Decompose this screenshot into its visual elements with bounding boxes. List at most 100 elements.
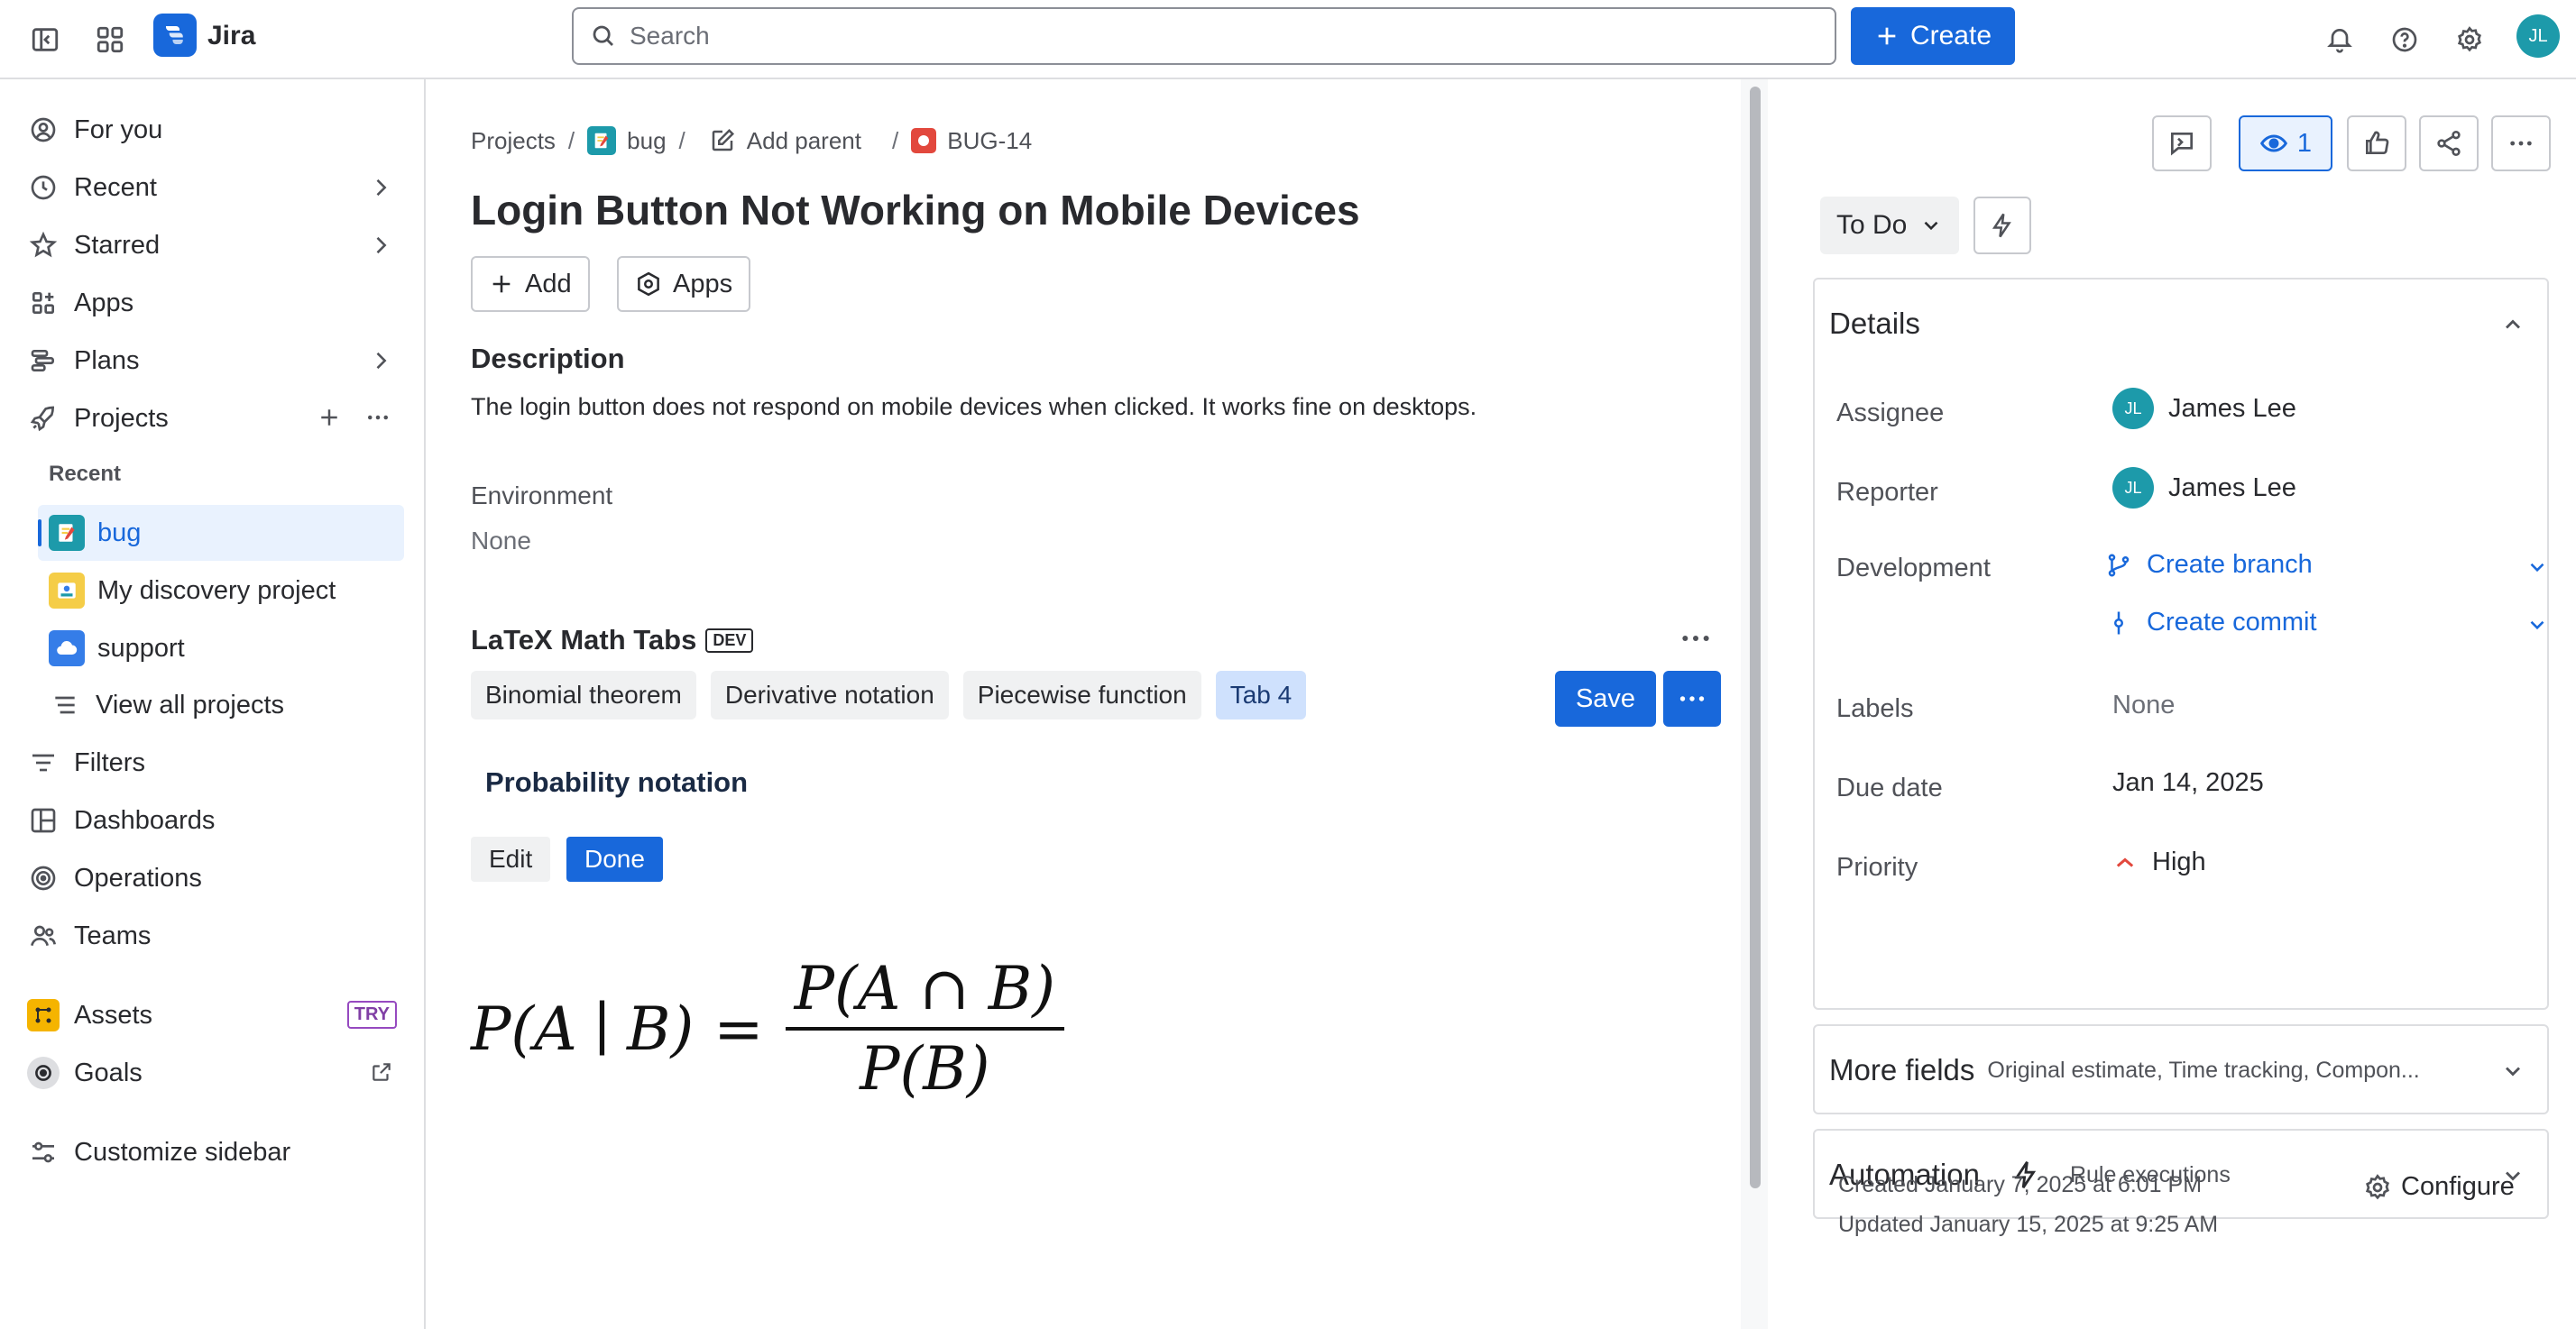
search-input[interactable]: Search: [572, 7, 1836, 65]
environment-value[interactable]: None: [471, 527, 531, 555]
more-fields-summary: Original estimate, Time tracking, Compon…: [1987, 1057, 2420, 1083]
plus-icon: [489, 271, 514, 297]
add-button[interactable]: Add: [471, 256, 590, 312]
create-button[interactable]: Create: [1851, 7, 2015, 65]
breadcrumb: Projects / bug / Add parent / BUG-14: [471, 126, 1032, 155]
breadcrumb-issue-key[interactable]: BUG-14: [911, 127, 1032, 155]
sidebar-item-projects[interactable]: Projects: [27, 393, 406, 444]
sidebar-label: Recent: [74, 172, 157, 202]
automation-bolt-button[interactable]: [1973, 197, 2031, 254]
sidebar-item-goals[interactable]: Goals: [27, 1048, 406, 1098]
more-fields-section[interactable]: More fields Original estimate, Time trac…: [1813, 1024, 2549, 1114]
status-dropdown[interactable]: To Do: [1820, 197, 1960, 254]
sidebar-item-starred[interactable]: Starred: [27, 220, 406, 270]
help-icon[interactable]: [2381, 16, 2428, 63]
latex-panel-heading: LaTeX Math Tabs DEV: [471, 624, 754, 656]
sidebar-item-recent[interactable]: Recent: [27, 162, 406, 213]
breadcrumb-project[interactable]: bug: [587, 126, 667, 155]
bug-project-icon: [587, 126, 617, 155]
sidebar-project-support[interactable]: support: [38, 620, 404, 676]
add-project-plus-icon[interactable]: [316, 404, 343, 431]
issue-title[interactable]: Login Button Not Working on Mobile Devic…: [471, 186, 1360, 234]
breadcrumb-separator: /: [567, 126, 575, 154]
sidebar-project-my-discovery-project[interactable]: My discovery project: [38, 563, 404, 619]
app-name[interactable]: Jira: [207, 18, 255, 54]
edit-button[interactable]: Edit: [471, 837, 551, 882]
labels-value[interactable]: None: [2112, 691, 2175, 720]
sidebar-label: View all projects: [96, 690, 285, 719]
app-switcher-icon[interactable]: [87, 16, 133, 63]
details-heading[interactable]: Details: [1829, 307, 1920, 341]
sidebar-item-dashboards[interactable]: Dashboards: [27, 795, 406, 846]
sidebar-view-all-projects[interactable]: View all projects: [49, 680, 428, 730]
like-button[interactable]: [2347, 115, 2406, 171]
latex-more-icon[interactable]: [1678, 620, 1714, 656]
sidebar-customize[interactable]: Customize sidebar: [27, 1127, 406, 1178]
main-scrollbar-thumb[interactable]: [1750, 87, 1761, 1188]
sidebar-item-apps[interactable]: Apps: [27, 278, 406, 328]
create-commit-label: Create commit: [2147, 608, 2317, 637]
chevron-down-icon[interactable]: [2525, 613, 2549, 637]
configure-button[interactable]: Configure: [2363, 1172, 2515, 1202]
sidebar-item-assets[interactable]: Assets TRY: [27, 990, 406, 1040]
notifications-bell-icon[interactable]: [2316, 16, 2363, 63]
priority-value[interactable]: High: [2112, 848, 2206, 877]
lightning-bolt-icon: [1989, 212, 2016, 239]
more-actions-button[interactable]: [2491, 115, 2551, 171]
chevron-down-icon: [1919, 214, 1943, 237]
assignee-value[interactable]: JL James Lee: [2112, 388, 2296, 429]
feedback-button[interactable]: [2152, 115, 2212, 171]
done-button[interactable]: Done: [566, 837, 663, 882]
chevron-down-icon[interactable]: [2525, 555, 2549, 579]
tab-piecewise-function[interactable]: Piecewise function: [962, 671, 1201, 719]
try-badge: TRY: [346, 1001, 397, 1029]
updated-timestamp: Updated January 15, 2025 at 9:25 AM: [1838, 1212, 2219, 1237]
assignee-avatar: JL: [2112, 388, 2154, 429]
chevron-up-icon[interactable]: [2500, 312, 2525, 337]
save-button[interactable]: Save: [1555, 671, 1656, 727]
tab-binomial-theorem[interactable]: Binomial theorem: [471, 671, 696, 719]
chevron-down-icon: [2500, 1059, 2525, 1084]
settings-gear-icon[interactable]: [2446, 16, 2493, 63]
save-more-icon[interactable]: [1663, 671, 1721, 727]
tab-derivative-notation[interactable]: Derivative notation: [710, 671, 949, 719]
thumbs-up-icon: [2362, 129, 2391, 158]
formula-fraction: P(A ∩ B) P(B): [785, 954, 1064, 1104]
priority-label-value: High: [2152, 848, 2206, 876]
sidebar-item-teams[interactable]: Teams: [27, 911, 406, 961]
sidebar-item-operations[interactable]: Operations: [27, 853, 406, 903]
apps-button[interactable]: Apps: [617, 256, 751, 312]
operations-icon: [27, 862, 60, 894]
sidebar-project-bug[interactable]: bug: [38, 505, 404, 561]
commit-icon: [2105, 610, 2132, 637]
top-navigation-bar: Jira Search Create JL: [0, 0, 2576, 79]
user-avatar[interactable]: JL: [2516, 14, 2560, 58]
sidebar-toggle-icon[interactable]: [22, 16, 69, 63]
breadcrumb-add-parent[interactable]: Add parent: [709, 127, 861, 155]
reporter-value[interactable]: JL James Lee: [2112, 467, 2296, 509]
formula-denominator: P(B): [860, 1034, 990, 1104]
tab-4[interactable]: Tab 4: [1215, 671, 1307, 719]
share-button[interactable]: [2419, 115, 2479, 171]
description-text[interactable]: The login button does not respond on mob…: [471, 393, 1477, 421]
jira-logo-icon[interactable]: [153, 14, 197, 57]
formula-lhs-part-1: P(A: [471, 994, 577, 1064]
search-placeholder: Search: [630, 22, 710, 50]
sidebar-item-plans[interactable]: Plans: [27, 335, 406, 386]
dev-badge: DEV: [705, 628, 754, 653]
breadcrumb-projects[interactable]: Projects: [471, 127, 556, 155]
project-label: My discovery project: [97, 575, 336, 605]
plus-icon: [1874, 23, 1900, 49]
sidebar-item-for-you[interactable]: For you: [27, 105, 406, 155]
create-commit-link[interactable]: Create commit: [2105, 608, 2317, 637]
issue-details-panel: 1 To Do Details Assignee JL James Lee Re…: [1768, 79, 2576, 1329]
due-date-value[interactable]: Jan 14, 2025: [2112, 768, 2264, 798]
description-heading: Description: [471, 343, 625, 374]
labels-label: Labels: [1836, 694, 1914, 723]
watch-button[interactable]: 1: [2239, 115, 2332, 171]
projects-more-icon[interactable]: [364, 404, 391, 431]
create-branch-link[interactable]: Create branch: [2105, 550, 2313, 580]
support-project-icon: [49, 630, 85, 666]
sidebar-item-filters[interactable]: Filters: [27, 738, 406, 788]
rocket-icon: [27, 402, 60, 435]
